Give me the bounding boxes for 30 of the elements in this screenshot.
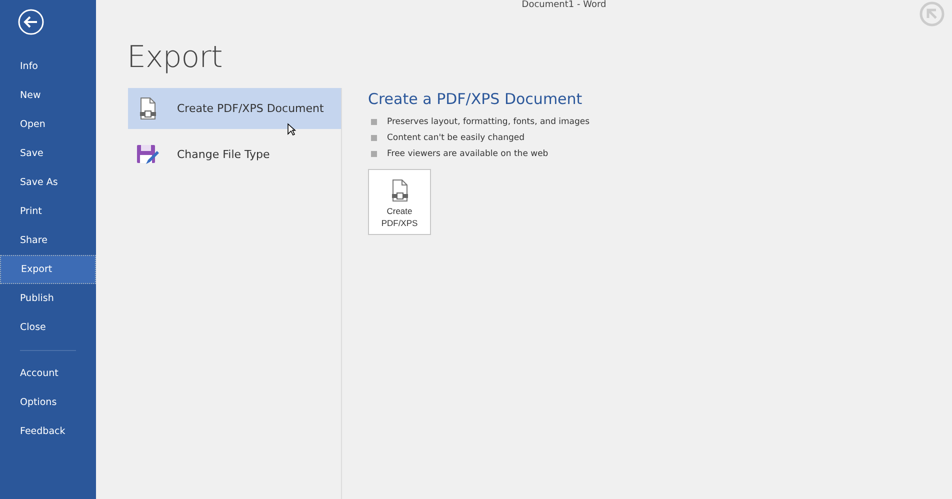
sidebar-item[interactable]: Publish xyxy=(0,284,96,313)
sidebar-item[interactable]: Close xyxy=(0,313,96,342)
bullet-icon xyxy=(371,135,377,141)
sidebar-item[interactable]: Print xyxy=(0,197,96,226)
document-icon xyxy=(139,96,157,120)
sidebar-item[interactable]: Info xyxy=(0,52,96,81)
page-title: Export xyxy=(127,40,224,75)
sidebar-item[interactable]: Account xyxy=(0,359,96,388)
sidebar-item[interactable]: New xyxy=(0,81,96,110)
export-option[interactable]: Create PDF/XPS Document xyxy=(128,88,341,129)
bullet-text: Preserves layout, formatting, fonts, and images xyxy=(387,117,590,127)
mouse-pointer-icon xyxy=(287,123,296,136)
floppy-disk-pen-icon xyxy=(136,144,160,166)
sidebar-item[interactable]: Feedback xyxy=(0,417,96,446)
document-icon xyxy=(390,179,408,203)
export-option[interactable]: Change File Type xyxy=(128,134,341,175)
sidebar-item[interactable]: Save As xyxy=(0,168,96,197)
bullet-text: Content can't be easily changed xyxy=(387,133,524,143)
sidebar-item[interactable]: Share xyxy=(0,226,96,255)
bullet-icon xyxy=(371,151,377,157)
window-title: Document1 - Word xyxy=(522,0,606,10)
bullet-text: Free viewers are available on the web xyxy=(387,149,548,159)
sidebar-item[interactable]: Export xyxy=(0,255,96,284)
section-heading: Create a PDF/XPS Document xyxy=(368,90,584,108)
arrow-circle-icon xyxy=(918,1,946,27)
sidebar-item[interactable]: Open xyxy=(0,110,96,139)
create-pdf-button[interactable]: Create PDF/XPS xyxy=(368,169,431,235)
sidebar-item[interactable]: Options xyxy=(0,388,96,417)
sidebar-item[interactable]: Save xyxy=(0,139,96,168)
bullet-icon xyxy=(371,119,377,125)
